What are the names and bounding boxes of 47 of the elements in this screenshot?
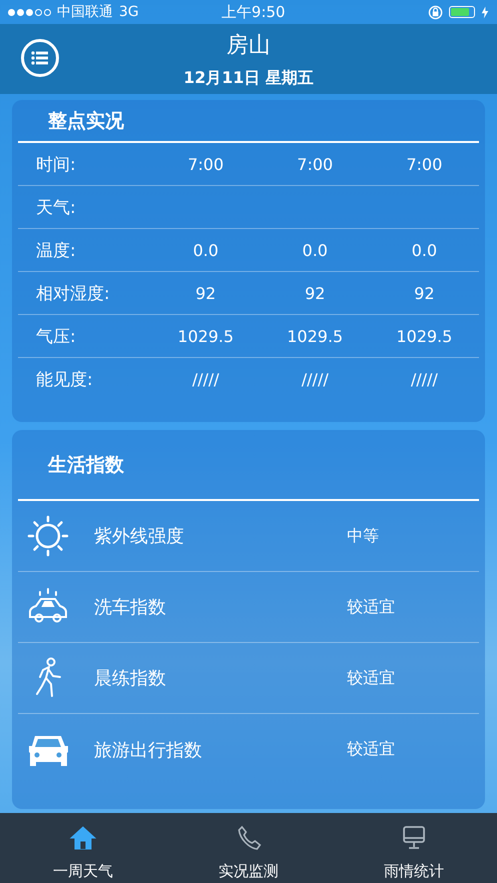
tab-button[interactable]: 雨情统计 xyxy=(331,813,497,883)
index-name: 洗车指数 xyxy=(94,596,167,619)
table-cell-text: 7:00 xyxy=(186,154,225,174)
signal-icon xyxy=(8,8,51,16)
charging-icon xyxy=(481,6,489,18)
menu-icon xyxy=(31,50,49,66)
battery-icon xyxy=(449,6,475,18)
table-cell-text: ///// xyxy=(410,370,439,389)
menu-button[interactable] xyxy=(21,39,59,77)
table-cell-text: 7:00 xyxy=(296,154,334,174)
row-label: 天气: xyxy=(36,196,77,218)
index-name: 紫外线强度 xyxy=(94,525,185,548)
tab-button[interactable]: 一周天气 xyxy=(0,813,166,883)
city-name: 房山 xyxy=(226,32,270,60)
table-cell-text: 0.0 xyxy=(301,240,329,260)
row-label: 气压: xyxy=(36,326,77,348)
tab-button[interactable]: 实况监测 xyxy=(166,813,332,883)
carrier-name: 中国联通 xyxy=(57,3,113,21)
row-label: 时间: xyxy=(36,154,77,176)
index-name: 晨练指数 xyxy=(94,667,167,690)
table-cell-text: ///// xyxy=(191,370,220,389)
table-cell-text: 0.0 xyxy=(410,240,438,260)
section-title: 整点实况 xyxy=(18,100,479,143)
row-label: 温度: xyxy=(36,240,77,262)
index-name: 旅游出行指数 xyxy=(94,738,203,762)
index-value: 较适宜 xyxy=(346,739,396,760)
sun-icon xyxy=(26,514,70,558)
table-cell-text: 92 xyxy=(304,284,326,302)
table-cell-text: ///// xyxy=(300,370,330,389)
table-cell-text: 1029.5 xyxy=(176,326,235,346)
table-cell-text: 92 xyxy=(413,284,436,302)
date-label: 12月11日 星期五 xyxy=(183,68,314,88)
status-time: 上午9:50 xyxy=(220,2,286,22)
table-cell-text: 7:00 xyxy=(405,154,444,174)
home-icon xyxy=(68,824,97,852)
index-value: 较适宜 xyxy=(346,596,396,618)
network-type: 3G xyxy=(119,4,139,20)
table-cell-text: 1029.5 xyxy=(395,326,454,346)
table-cell-text: 92 xyxy=(194,284,217,302)
table-cell-text: 1029.5 xyxy=(286,326,344,346)
row-label: 能见度: xyxy=(36,369,94,391)
table-cell-text: 0.0 xyxy=(192,240,220,260)
rotation-lock-icon xyxy=(428,4,443,20)
row-label: 相对湿度: xyxy=(36,282,111,304)
section-title: 生活指数 xyxy=(18,430,479,501)
index-value: 较适宜 xyxy=(346,668,396,688)
index-value: 中等 xyxy=(346,526,380,546)
